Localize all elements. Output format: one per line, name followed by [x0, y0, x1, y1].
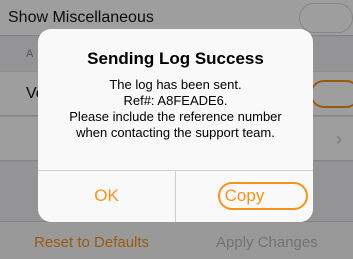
alert-title: Sending Log Success: [87, 49, 264, 68]
copy-button[interactable]: Copy: [176, 170, 313, 222]
copy-button-label: Copy: [224, 186, 265, 205]
alert-message-line: Please include the reference number: [69, 109, 282, 124]
ok-button-label: OK: [94, 186, 119, 205]
alert-message-line: when contacting the support team.: [76, 125, 275, 140]
alert-message-line: Ref#: A8FEADE6.: [123, 93, 228, 108]
alert-dialog: Sending Log Success The log has been sen…: [38, 29, 313, 222]
ok-button[interactable]: OK: [38, 170, 175, 222]
alert-message: The log has been sent. Ref#: A8FEADE6. P…: [38, 77, 313, 141]
alert-message-line: The log has been sent.: [109, 77, 242, 92]
